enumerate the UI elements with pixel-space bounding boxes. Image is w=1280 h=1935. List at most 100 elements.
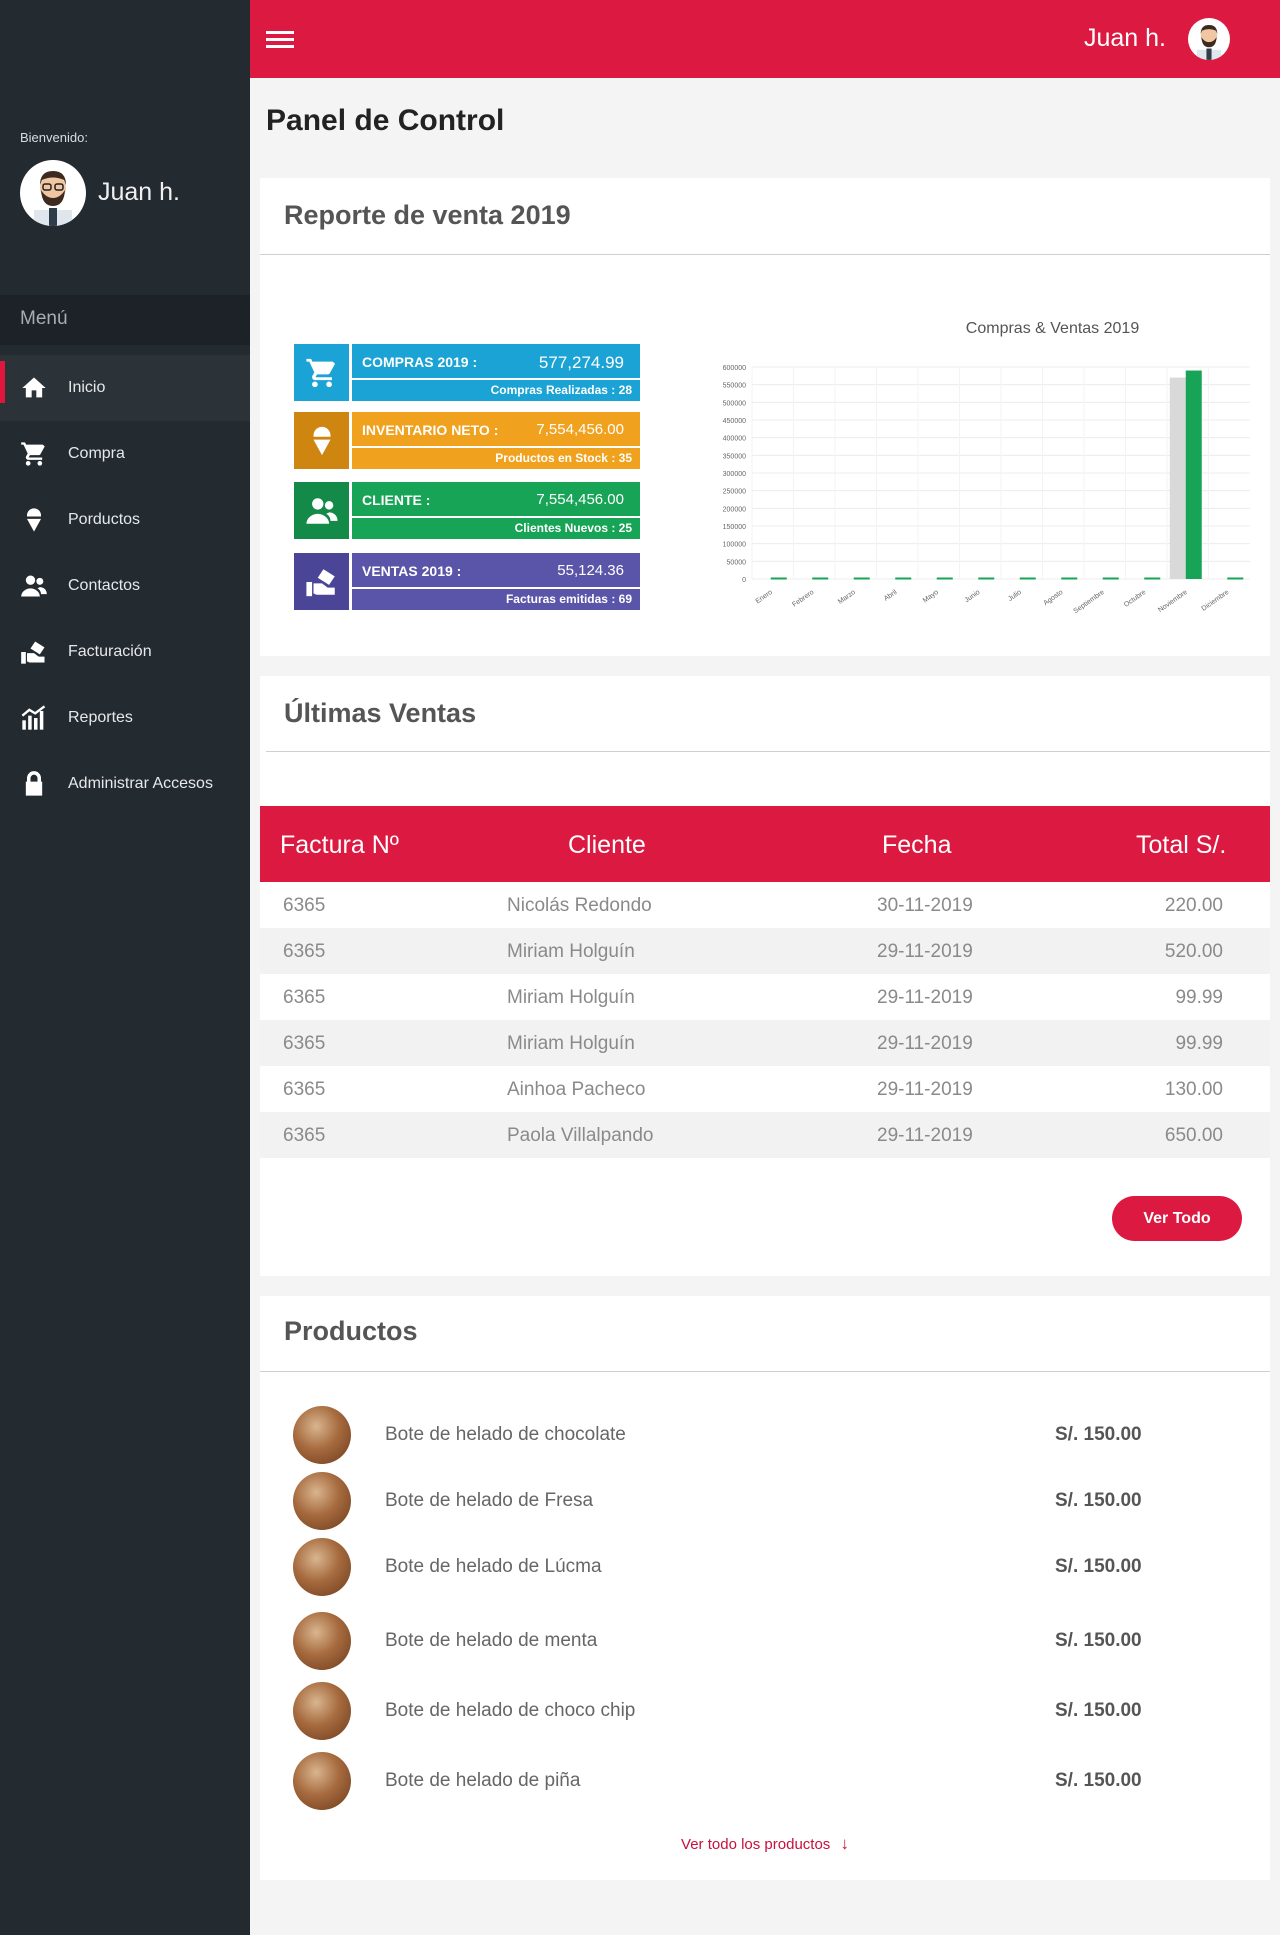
table-row[interactable]: 6365 Paola Villalpando 29-11-2019 650.00 bbox=[260, 1112, 1270, 1158]
column-header[interactable]: Factura Nº bbox=[280, 831, 399, 860]
topbar-username[interactable]: Juan h. bbox=[1084, 24, 1166, 53]
stat-tile-cliente[interactable]: CLIENTE : 7,554,456.00 Clientes Nuevos :… bbox=[294, 482, 640, 539]
invoice-icon bbox=[21, 641, 45, 664]
stat-value: 55,124.36 bbox=[557, 562, 624, 579]
ver-todo-button[interactable]: Ver Todo bbox=[1112, 1196, 1242, 1241]
y-tick-label: 0 bbox=[742, 577, 746, 584]
product-price: S/. 150.00 bbox=[1055, 1630, 1142, 1651]
stat-tile-header: CLIENTE : 7,554,456.00 bbox=[352, 482, 640, 516]
cell-factura: 6365 bbox=[283, 1033, 326, 1054]
avatar[interactable] bbox=[20, 160, 86, 226]
stat-sub: Compras Realizadas : 28 bbox=[352, 380, 640, 401]
cell-factura: 6365 bbox=[283, 895, 326, 916]
arrow-down-icon: ↓ bbox=[840, 1834, 849, 1853]
table-row[interactable]: 6365 Miriam Holguín 29-11-2019 99.99 bbox=[260, 974, 1270, 1020]
product-image bbox=[293, 1752, 351, 1810]
sidebar-nav: Inicio Compra Porductos Contactos Factur… bbox=[0, 355, 250, 817]
sidebar-item-label: Porductos bbox=[68, 511, 141, 528]
cell-factura: 6365 bbox=[283, 987, 326, 1008]
cell-total: 220.00 bbox=[1164, 895, 1223, 916]
bar bbox=[1227, 577, 1244, 580]
report-card: Reporte de venta 2019 COMPRAS 2019 : 577… bbox=[260, 178, 1270, 656]
table-row[interactable]: 6365 Miriam Holguín 29-11-2019 520.00 bbox=[260, 928, 1270, 974]
stat-value: 7,554,456.00 bbox=[536, 491, 624, 508]
product-price: S/. 150.00 bbox=[1055, 1490, 1142, 1511]
stat-tile-inventario[interactable]: INVENTARIO NETO : 7,554,456.00 Productos… bbox=[294, 412, 640, 469]
x-tick-label: Marzo bbox=[837, 589, 857, 606]
cell-fecha: 29-11-2019 bbox=[877, 1125, 973, 1146]
bar bbox=[853, 577, 870, 580]
stat-tile-header: INVENTARIO NETO : 7,554,456.00 bbox=[352, 412, 640, 446]
list-item[interactable]: Bote de helado de Lúcma S/. 150.00 bbox=[260, 1538, 1270, 1598]
product-name: Bote de helado de choco chip bbox=[385, 1700, 636, 1721]
bar bbox=[895, 577, 912, 580]
column-header[interactable]: Cliente bbox=[568, 831, 646, 860]
bar bbox=[1102, 577, 1119, 580]
sidebar-item-facturacion[interactable]: Facturación bbox=[0, 619, 250, 685]
products-title: Productos bbox=[284, 1316, 418, 1346]
y-tick-label: 50000 bbox=[727, 559, 747, 566]
products-card: Productos Bote de helado de chocolate S/… bbox=[260, 1296, 1270, 1880]
product-name: Bote de helado de Fresa bbox=[385, 1490, 594, 1511]
home-icon bbox=[22, 377, 46, 398]
sidebar-item-compra[interactable]: Compra bbox=[0, 421, 250, 487]
bar bbox=[812, 577, 829, 580]
x-tick-label: Noviembre bbox=[1157, 589, 1189, 614]
y-tick-label: 250000 bbox=[723, 489, 746, 496]
stat-tile-ventas[interactable]: VENTAS 2019 : 55,124.36 Facturas emitida… bbox=[294, 553, 640, 610]
bar bbox=[1019, 577, 1036, 580]
list-item[interactable]: Bote de helado de choco chip S/. 150.00 bbox=[260, 1682, 1270, 1742]
cell-fecha: 30-11-2019 bbox=[877, 895, 973, 916]
table-row[interactable]: 6365 Nicolás Redondo 30-11-2019 220.00 bbox=[260, 882, 1270, 928]
list-item[interactable]: Bote de helado de menta S/. 150.00 bbox=[260, 1612, 1270, 1672]
list-item[interactable]: Bote de helado de chocolate S/. 150.00 bbox=[260, 1406, 1270, 1466]
sidebar-item-contactos[interactable]: Contactos bbox=[0, 553, 250, 619]
y-tick-label: 550000 bbox=[723, 383, 746, 390]
bar bbox=[1185, 370, 1202, 579]
list-item[interactable]: Bote de helado de Fresa S/. 150.00 bbox=[260, 1472, 1270, 1532]
column-header[interactable]: Total S/. bbox=[1136, 831, 1226, 860]
sidebar-item-reportes[interactable]: Reportes bbox=[0, 685, 250, 751]
stat-sub: Productos en Stock : 35 bbox=[352, 448, 640, 469]
table-row[interactable]: 6365 Ainhoa Pacheco 29-11-2019 130.00 bbox=[260, 1066, 1270, 1112]
y-tick-label: 500000 bbox=[723, 400, 746, 407]
cell-factura: 6365 bbox=[283, 941, 326, 962]
y-tick-label: 300000 bbox=[723, 471, 746, 478]
cell-cliente: Miriam Holguín bbox=[507, 941, 635, 962]
sidebar-item-label: Compra bbox=[68, 445, 125, 462]
chart-title: Compras & Ventas 2019 bbox=[965, 320, 1140, 337]
y-tick-label: 100000 bbox=[723, 542, 746, 549]
cell-cliente: Ainhoa Pacheco bbox=[507, 1079, 646, 1100]
ver-todo-productos-link[interactable]: Ver todo los productos ↓ bbox=[260, 1834, 1270, 1854]
sidebar-item-productos[interactable]: Porductos bbox=[0, 487, 250, 553]
x-tick-label: Agosto bbox=[1043, 589, 1065, 607]
topbar: Juan h. bbox=[250, 0, 1280, 78]
y-tick-label: 150000 bbox=[723, 524, 746, 531]
welcome-label: Bienvenido: bbox=[20, 130, 88, 145]
avatar[interactable] bbox=[1188, 18, 1230, 60]
divider bbox=[260, 1371, 1270, 1372]
list-item[interactable]: Bote de helado de piña S/. 150.00 bbox=[260, 1752, 1270, 1812]
cell-factura: 6365 bbox=[283, 1125, 326, 1146]
cell-total: 130.00 bbox=[1164, 1079, 1223, 1100]
table-row[interactable]: 6365 Miriam Holguín 29-11-2019 99.99 bbox=[260, 1020, 1270, 1066]
stat-label: COMPRAS 2019 : bbox=[362, 354, 478, 370]
cell-fecha: 29-11-2019 bbox=[877, 1079, 973, 1100]
icecream-icon bbox=[294, 412, 349, 469]
bar bbox=[978, 577, 995, 580]
sidebar-item-inicio[interactable]: Inicio bbox=[0, 355, 250, 421]
cart-icon bbox=[21, 442, 45, 466]
column-header[interactable]: Fecha bbox=[882, 831, 951, 860]
stat-label: CLIENTE : bbox=[362, 492, 431, 508]
stat-tile-compras[interactable]: COMPRAS 2019 : 577,274.99 Compras Realiz… bbox=[294, 344, 640, 401]
contacts-icon bbox=[21, 575, 47, 597]
x-tick-label: Octubre bbox=[1123, 589, 1147, 609]
icecream-icon bbox=[27, 508, 41, 532]
page-title: Panel de Control bbox=[266, 104, 505, 137]
sidebar-item-accesos[interactable]: Administrar Accesos bbox=[0, 751, 250, 817]
hamburger-menu-icon[interactable] bbox=[266, 31, 294, 49]
stat-value: 7,554,456.00 bbox=[536, 421, 624, 438]
stat-tile-header: COMPRAS 2019 : 577,274.99 bbox=[352, 344, 640, 378]
stat-label: INVENTARIO NETO : bbox=[362, 422, 499, 438]
cell-cliente: Miriam Holguín bbox=[507, 1033, 635, 1054]
